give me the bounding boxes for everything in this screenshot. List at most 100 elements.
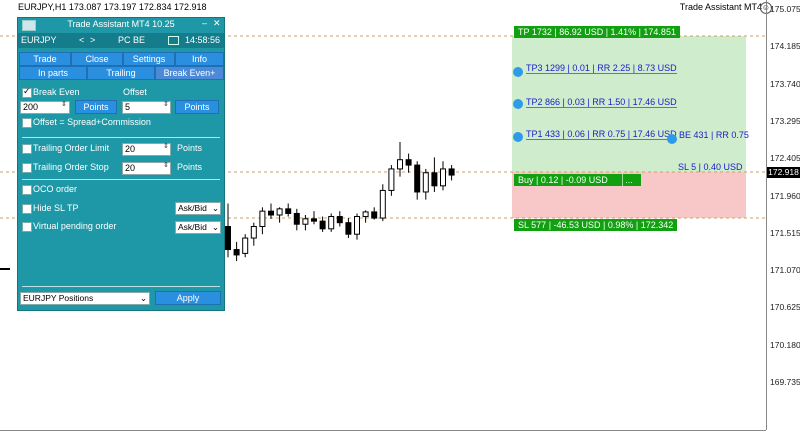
price-tick-label: 173.295 bbox=[770, 115, 800, 126]
symbol-select[interactable]: EURJPY bbox=[21, 35, 57, 45]
virtual-pending-select[interactable]: Ask/Bid ⌄ bbox=[175, 221, 221, 234]
candle-body bbox=[422, 172, 429, 193]
price-tick-label: 171.960 bbox=[770, 190, 800, 201]
buy-position-label[interactable]: Buy | 0.12 | -0.09 USD ... bbox=[514, 174, 642, 186]
break-even-label: Break Even bbox=[33, 87, 80, 97]
tab-trailing[interactable]: Trailing bbox=[87, 66, 155, 80]
apply-button[interactable]: Apply bbox=[155, 291, 221, 305]
tab-settings[interactable]: Settings bbox=[123, 52, 175, 66]
be-points-button[interactable]: Points bbox=[75, 100, 117, 114]
trailing-limit-checkbox[interactable] bbox=[22, 144, 32, 154]
tab-break-even-plus[interactable]: Break Even+ bbox=[155, 66, 224, 80]
candle-body bbox=[302, 218, 309, 225]
trailing-limit-spinner-icon[interactable]: ⇕ bbox=[163, 142, 169, 150]
offset-points-button[interactable]: Points bbox=[175, 100, 219, 114]
candle-body bbox=[319, 220, 326, 230]
price-tick-label: 172.405 bbox=[770, 153, 800, 164]
buy-position-text: Buy | 0.12 | -0.09 USD bbox=[518, 175, 608, 185]
tp2-handle[interactable] bbox=[513, 99, 523, 109]
candle-body bbox=[448, 168, 455, 176]
trailing-stop-checkbox[interactable] bbox=[22, 163, 32, 173]
candle-body bbox=[250, 226, 257, 239]
trailing-limit-label: Trailing Order Limit bbox=[33, 143, 110, 153]
candle-body bbox=[276, 208, 283, 216]
candle-body bbox=[268, 210, 274, 216]
positions-select[interactable]: EURJPY Positions ⌄ bbox=[20, 292, 150, 305]
tp1-line-label[interactable]: TP1 433 | 0.06 | RR 0.75 | 17.46 USD bbox=[526, 129, 677, 140]
folder-icon[interactable] bbox=[168, 36, 179, 45]
offset-spinner-icon[interactable]: ⇕ bbox=[163, 100, 169, 108]
trailing-stop-spinner-icon[interactable]: ⇕ bbox=[163, 161, 169, 169]
price-axis bbox=[766, 0, 800, 430]
positions-select-value: EURJPY Positions bbox=[23, 293, 94, 303]
panel-titlebar[interactable]: Trade Assistant MT4 10.25 – ✕ bbox=[18, 18, 224, 32]
close-button[interactable]: ✕ bbox=[213, 18, 221, 29]
oco-order-checkbox[interactable] bbox=[22, 185, 32, 195]
time-axis bbox=[0, 430, 766, 431]
tab-in-parts[interactable]: In parts bbox=[19, 66, 87, 80]
candle-body bbox=[311, 218, 317, 222]
candle-body bbox=[328, 216, 335, 230]
chevron-down-icon: ⌄ bbox=[211, 222, 219, 232]
prev-symbol-button[interactable]: < bbox=[79, 35, 84, 45]
tp3-handle[interactable] bbox=[513, 67, 523, 77]
candle-body bbox=[440, 168, 446, 187]
tab-close[interactable]: Close bbox=[71, 52, 123, 66]
separator bbox=[22, 179, 220, 180]
price-tick-label: 170.625 bbox=[770, 302, 800, 313]
candle-body bbox=[285, 208, 292, 214]
tp2-line-label[interactable]: TP2 866 | 0.03 | RR 1.50 | 17.46 USD bbox=[526, 97, 677, 108]
offset-spread-checkbox[interactable] bbox=[22, 118, 32, 128]
candle-body bbox=[371, 211, 378, 219]
symbol-row: EURJPY < > PC BE 14:58:56 bbox=[18, 33, 224, 48]
candle-body bbox=[225, 226, 231, 251]
offset-spread-label: Offset = Spread+Commission bbox=[33, 117, 151, 127]
separator bbox=[22, 286, 220, 287]
current-price-tag: 172.918 bbox=[767, 167, 800, 178]
candle-body bbox=[379, 189, 386, 219]
trailing-stop-points-label: Points bbox=[177, 162, 203, 172]
candle-body bbox=[388, 168, 395, 191]
tab-trade[interactable]: Trade bbox=[19, 52, 71, 66]
chevron-down-icon: ⌄ bbox=[139, 293, 147, 303]
candle-body bbox=[336, 216, 343, 224]
virtual-pending-checkbox[interactable] bbox=[22, 222, 32, 232]
tp3-line-label[interactable]: TP3 1299 | 0.01 | RR 2.25 | 8.73 USD bbox=[526, 63, 677, 74]
candle-body bbox=[362, 211, 369, 218]
oco-order-label: OCO order bbox=[33, 184, 78, 194]
minimize-button[interactable]: – bbox=[202, 18, 207, 28]
tp1-handle[interactable] bbox=[513, 132, 523, 142]
break-even-checkbox[interactable]: ✓ bbox=[22, 86, 32, 98]
hide-sltp-select-value: Ask/Bid bbox=[178, 203, 207, 213]
sl-label[interactable]: SL 577 | -46.53 USD | 0.98% | 172.342 bbox=[514, 219, 678, 231]
chevron-down-icon: ⌄ bbox=[211, 203, 219, 213]
be-line-label[interactable]: BE 431 | RR 0.75 bbox=[679, 130, 749, 140]
candle-body bbox=[233, 249, 240, 256]
hide-sltp-label: Hide SL TP bbox=[33, 203, 79, 213]
candle-body bbox=[242, 237, 249, 254]
be-spinner-icon[interactable]: ⇕ bbox=[61, 100, 67, 108]
separator bbox=[22, 137, 220, 138]
price-tick-label: 171.070 bbox=[770, 265, 800, 276]
candle-body bbox=[354, 216, 360, 235]
trailing-stop-label: Trailing Order Stop bbox=[33, 162, 109, 172]
virtual-pending-label: Virtual pending order bbox=[33, 221, 117, 231]
be-handle[interactable] bbox=[667, 134, 677, 144]
buy-close-box[interactable]: ... bbox=[622, 174, 637, 186]
price-tick-label: 170.180 bbox=[770, 339, 800, 350]
panel-title: Trade Assistant MT4 10.25 bbox=[67, 19, 175, 29]
next-symbol-button[interactable]: > bbox=[90, 35, 95, 45]
hide-sltp-select[interactable]: Ask/Bid ⌄ bbox=[175, 202, 221, 215]
candle-body bbox=[293, 212, 300, 225]
hide-sltp-checkbox[interactable] bbox=[22, 204, 32, 214]
tab-info[interactable]: Info bbox=[175, 52, 224, 66]
sl-small-label: SL 5 | 0.40 USD bbox=[678, 162, 743, 172]
check-mark-icon: ✓ bbox=[23, 86, 31, 96]
candle-body bbox=[259, 210, 266, 228]
offset-label: Offset bbox=[123, 87, 147, 97]
price-tick-label: 169.735 bbox=[770, 377, 800, 387]
price-tick-label: 175.075 bbox=[770, 4, 800, 14]
price-tick-label: 173.740 bbox=[770, 78, 800, 89]
candle-body bbox=[405, 159, 412, 166]
tp-label[interactable]: TP 1732 | 86.92 USD | 1.41% | 174.851 bbox=[514, 26, 680, 38]
